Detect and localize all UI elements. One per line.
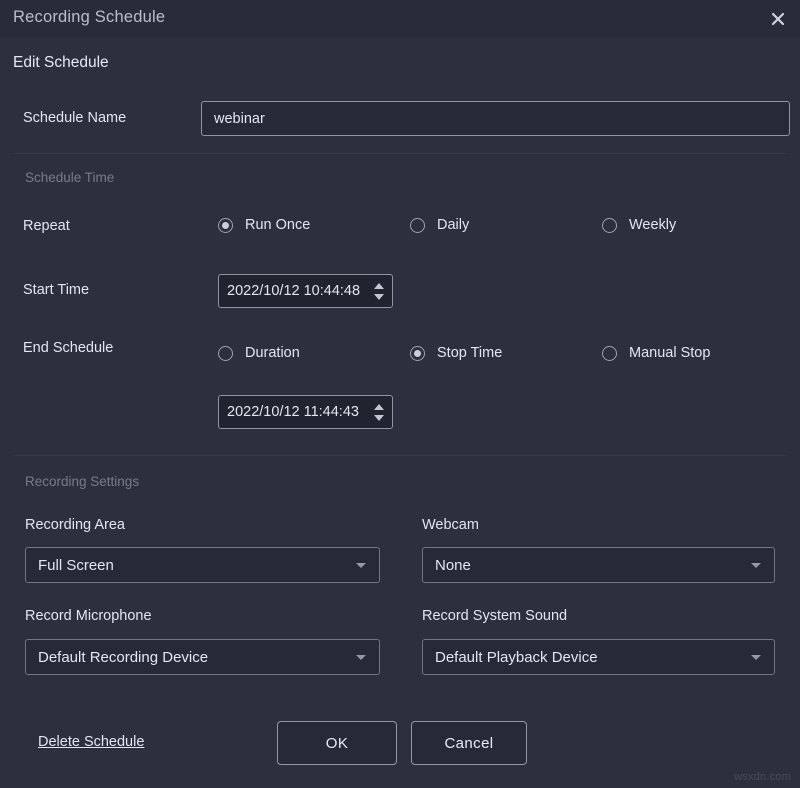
webcam-label: Webcam bbox=[422, 517, 479, 533]
radio-daily-label: Daily bbox=[437, 217, 469, 233]
chevron-down-icon bbox=[356, 655, 366, 660]
watermark: wsxdn.com bbox=[734, 771, 791, 783]
start-time-spinner-arrows bbox=[369, 275, 392, 307]
chevron-down-icon bbox=[751, 655, 761, 660]
title-bar: Recording Schedule bbox=[0, 0, 800, 38]
radio-weekly[interactable]: Weekly bbox=[602, 217, 676, 233]
stop-time-spinner[interactable]: 2022/10/12 11:44:43 bbox=[218, 395, 393, 429]
page-title: Edit Schedule bbox=[13, 54, 109, 72]
radio-duration[interactable]: Duration bbox=[218, 345, 300, 361]
chevron-down-icon[interactable] bbox=[374, 294, 384, 300]
radio-manual-stop[interactable]: Manual Stop bbox=[602, 345, 710, 361]
record-microphone-dropdown[interactable]: Default Recording Device bbox=[25, 639, 380, 675]
chevron-down-icon bbox=[356, 563, 366, 568]
divider-recording-settings bbox=[13, 455, 787, 456]
record-system-sound-value: Default Playback Device bbox=[423, 649, 751, 666]
chevron-down-icon[interactable] bbox=[374, 415, 384, 421]
record-microphone-label: Record Microphone bbox=[25, 608, 152, 624]
recording-area-value: Full Screen bbox=[26, 557, 356, 574]
start-time-spinner[interactable]: 2022/10/12 10:44:48 bbox=[218, 274, 393, 308]
radio-daily[interactable]: Daily bbox=[410, 217, 469, 233]
chevron-up-icon[interactable] bbox=[374, 404, 384, 410]
recording-settings-section-label: Recording Settings bbox=[25, 474, 139, 489]
start-time-label: Start Time bbox=[23, 282, 89, 298]
schedule-time-section-label: Schedule Time bbox=[25, 170, 114, 185]
chevron-down-icon bbox=[751, 563, 761, 568]
radio-stop-time-label: Stop Time bbox=[437, 345, 502, 361]
radio-run-once-label: Run Once bbox=[245, 217, 310, 233]
stop-time-value: 2022/10/12 11:44:43 bbox=[219, 396, 369, 428]
radio-run-once[interactable]: Run Once bbox=[218, 217, 310, 233]
ok-button[interactable]: OK bbox=[277, 721, 397, 765]
radio-duration-label: Duration bbox=[245, 345, 300, 361]
schedule-name-label: Schedule Name bbox=[23, 110, 126, 126]
schedule-name-input[interactable] bbox=[201, 101, 790, 136]
end-schedule-label: End Schedule bbox=[23, 340, 113, 356]
radio-mark-icon bbox=[218, 218, 233, 233]
recording-schedule-dialog: Recording Schedule Edit Schedule Schedul… bbox=[0, 0, 800, 788]
cancel-button[interactable]: Cancel bbox=[411, 721, 527, 765]
webcam-value: None bbox=[423, 557, 751, 574]
repeat-label: Repeat bbox=[23, 218, 70, 234]
window-title: Recording Schedule bbox=[13, 8, 165, 27]
close-icon[interactable] bbox=[764, 5, 792, 33]
divider-schedule-time bbox=[13, 153, 787, 154]
delete-schedule-link[interactable]: Delete Schedule bbox=[38, 734, 144, 750]
record-microphone-value: Default Recording Device bbox=[26, 649, 356, 666]
record-system-sound-label: Record System Sound bbox=[422, 608, 567, 624]
chevron-up-icon[interactable] bbox=[374, 283, 384, 289]
radio-weekly-label: Weekly bbox=[629, 217, 676, 233]
stop-time-spinner-arrows bbox=[369, 396, 392, 428]
radio-mark-icon bbox=[410, 346, 425, 361]
radio-stop-time[interactable]: Stop Time bbox=[410, 345, 502, 361]
start-time-value: 2022/10/12 10:44:48 bbox=[219, 275, 369, 307]
recording-area-label: Recording Area bbox=[25, 517, 125, 533]
radio-mark-icon bbox=[602, 218, 617, 233]
webcam-dropdown[interactable]: None bbox=[422, 547, 775, 583]
radio-mark-icon bbox=[602, 346, 617, 361]
radio-manual-stop-label: Manual Stop bbox=[629, 345, 710, 361]
radio-mark-icon bbox=[410, 218, 425, 233]
recording-area-dropdown[interactable]: Full Screen bbox=[25, 547, 380, 583]
radio-mark-icon bbox=[218, 346, 233, 361]
record-system-sound-dropdown[interactable]: Default Playback Device bbox=[422, 639, 775, 675]
